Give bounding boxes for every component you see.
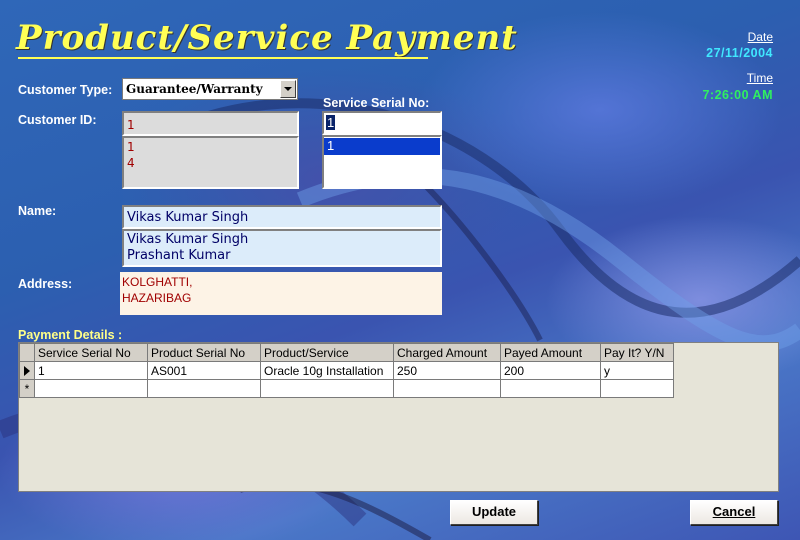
cell-payed-amount[interactable]: 200 [500, 361, 601, 380]
service-serial-value: 1 [326, 115, 336, 130]
name-list[interactable]: Vikas Kumar Singh Prashant Kumar [122, 229, 442, 267]
cancel-button[interactable]: Cancel [690, 500, 778, 525]
service-serial-label: Service Serial No: [323, 96, 430, 110]
customer-id-value: 1 [127, 118, 135, 132]
customer-id-list-item[interactable]: 4 [127, 156, 135, 170]
address-label: Address: [18, 277, 73, 291]
current-row-icon[interactable] [19, 361, 35, 380]
form-title: Product/Service Payment [16, 18, 518, 58]
cell-pay-it[interactable]: y [600, 361, 674, 380]
payment-details-label: Payment Details : [18, 328, 123, 342]
column-header[interactable]: Product Serial No [147, 343, 261, 362]
service-serial-list-item[interactable]: 1 [324, 138, 440, 155]
name-label: Name: [18, 204, 57, 218]
table-row[interactable]: 1 AS001 Oracle 10g Installation 250 200 … [19, 361, 674, 380]
new-cell[interactable] [500, 379, 601, 398]
customer-type-value: Guarantee/Warranty [126, 82, 263, 96]
new-cell[interactable] [600, 379, 674, 398]
cell-product-serial[interactable]: AS001 [147, 361, 261, 380]
payment-table: Service Serial No Product Serial No Prod… [19, 343, 674, 398]
time-label: Time [746, 71, 773, 85]
new-row[interactable]: * [19, 379, 674, 398]
column-header[interactable]: Service Serial No [34, 343, 148, 362]
column-header[interactable]: Charged Amount [393, 343, 501, 362]
new-cell[interactable] [34, 379, 148, 398]
name-list-item[interactable]: Prashant Kumar [127, 248, 230, 263]
service-serial-list[interactable]: 1 [322, 135, 442, 189]
customer-id-label: Customer ID: [18, 113, 97, 127]
payment-grid[interactable]: Service Serial No Product Serial No Prod… [18, 342, 779, 492]
update-button[interactable]: Update [450, 500, 538, 525]
name-value: Vikas Kumar Singh [127, 210, 249, 225]
column-header[interactable]: Payed Amount [500, 343, 601, 362]
cell-service-serial[interactable]: 1 [34, 361, 148, 380]
date-label: Date [747, 30, 773, 44]
column-header[interactable]: Product/Service [260, 343, 394, 362]
new-row-icon[interactable]: * [19, 379, 35, 398]
address-line: HAZARIBAG [122, 291, 192, 305]
date-value: 27/11/2004 [706, 46, 773, 60]
address-line: KOLGHATTI, [122, 275, 193, 289]
name-field[interactable]: Vikas Kumar Singh [122, 205, 442, 229]
new-cell[interactable] [260, 379, 394, 398]
title-underline [18, 57, 428, 59]
service-serial-field[interactable]: 1 [322, 111, 442, 135]
cell-product-service[interactable]: Oracle 10g Installation [260, 361, 394, 380]
payment-form: Product/Service Payment Date 27/11/2004 … [0, 0, 800, 540]
customer-id-list-item[interactable]: 1 [127, 140, 135, 154]
column-header[interactable]: Pay It? Y/N [600, 343, 674, 362]
cell-charged-amount[interactable]: 250 [393, 361, 501, 380]
chevron-down-icon[interactable] [280, 80, 296, 98]
new-cell[interactable] [147, 379, 261, 398]
name-list-item[interactable]: Vikas Kumar Singh [127, 232, 248, 247]
time-value: 7:26:00 AM [702, 88, 773, 102]
new-cell[interactable] [393, 379, 501, 398]
customer-id-list[interactable]: 1 4 [122, 136, 299, 189]
row-selector-header [19, 343, 35, 362]
address-field[interactable]: KOLGHATTI, HAZARIBAG [120, 272, 442, 315]
table-header-row: Service Serial No Product Serial No Prod… [19, 343, 674, 362]
customer-type-combo[interactable]: Guarantee/Warranty [122, 78, 298, 100]
customer-id-field[interactable]: 1 [122, 111, 299, 136]
customer-type-label: Customer Type: [18, 83, 113, 97]
